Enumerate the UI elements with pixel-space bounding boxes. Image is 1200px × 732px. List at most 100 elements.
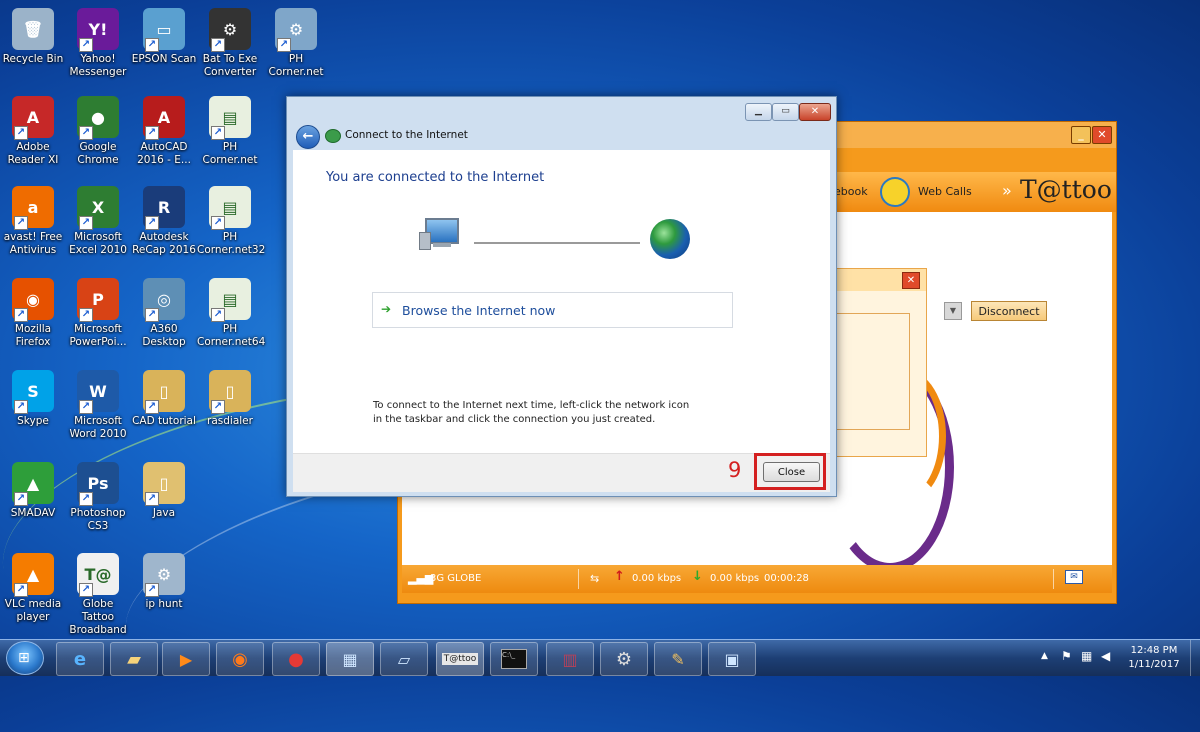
popup-window: ✕ [835, 268, 927, 457]
download-arrow-icon: ↓ [692, 569, 703, 584]
close-button[interactable]: Close [763, 462, 820, 482]
taskbar-winrar[interactable]: ▥ [546, 642, 594, 676]
taskbar-cmd[interactable]: C:\_ [490, 642, 538, 676]
dropdown-arrow-icon[interactable]: ▼ [944, 302, 962, 320]
disconnect-button[interactable]: Disconnect [971, 301, 1047, 321]
taskbar-remote[interactable]: ▣ [708, 642, 756, 676]
desktop-icon[interactable]: ▯ ↗ CAD tutorial [131, 370, 197, 428]
desktop-icon[interactable]: ◉ ↗ Mozilla Firefox [0, 278, 66, 349]
desktop-icon[interactable]: ▤ ↗ PH Corner.net64 [197, 278, 265, 349]
desktop-icon[interactable]: X ↗ Microsoft Excel 2010 [65, 186, 131, 257]
app-glyph: P [92, 289, 104, 309]
desktop-icon[interactable]: ◎ ↗ A360 Desktop [131, 278, 197, 349]
clock[interactable]: 12:48 PM 1/11/2017 [1124, 644, 1184, 672]
maximize-icon[interactable]: ▭ [772, 103, 799, 121]
desktop-icon-label: Autodesk ReCap 2016 [132, 231, 196, 256]
divider [578, 569, 579, 589]
taskbar-explorer[interactable]: ▰ [110, 642, 158, 676]
shortcut-arrow-icon: ↗ [145, 583, 159, 597]
app-icon: ▤ ↗ [209, 96, 251, 140]
brand-arrow: » [1002, 181, 1012, 200]
shortcut-arrow-icon: ↗ [145, 38, 159, 52]
start-button[interactable]: ⊞ [6, 641, 44, 675]
shortcut-arrow-icon: ↗ [145, 400, 159, 414]
shortcut-arrow-icon: ↗ [79, 400, 93, 414]
shortcut-arrow-icon: ↗ [211, 38, 225, 52]
desktop-icon[interactable]: Ps ↗ Photoshop CS3 [65, 462, 131, 533]
app-glyph: S [27, 381, 39, 401]
desktop-icon[interactable]: ● ↗ Google Chrome [65, 96, 131, 167]
app-icon: ▯ ↗ [209, 370, 251, 414]
network-name: 3G GLOBE [430, 573, 482, 584]
desktop-icon[interactable]: a ↗ avast! Free Antivirus [0, 186, 66, 257]
desktop-icon[interactable]: R ↗ Autodesk ReCap 2016 [131, 186, 197, 257]
taskbar-media-player[interactable]: ▶ [162, 642, 210, 676]
desktop-icon[interactable]: W ↗ Microsoft Word 2010 [65, 370, 131, 441]
taskbar-notepad[interactable]: ▱ [380, 642, 428, 676]
mail-icon[interactable]: ✉ [1065, 570, 1083, 584]
shortcut-arrow-icon: ↗ [14, 400, 28, 414]
close-icon[interactable]: ✕ [799, 103, 831, 121]
back-arrow-icon[interactable]: ← [296, 125, 320, 149]
taskbar-tattoo[interactable]: T@ttoo [436, 642, 484, 676]
app-glyph: ▯ [225, 381, 235, 401]
minimize-icon[interactable]: ▁ [745, 103, 772, 121]
desktop-icon[interactable]: ⚙ ↗ PH Corner.net [263, 8, 329, 79]
app-icon: ▲ ↗ [12, 462, 54, 506]
desktop-icon[interactable]: T@ ↗ Globe Tattoo Broadband [65, 553, 131, 637]
app-icon: ⚙ ↗ [209, 8, 251, 52]
connection-icon: ⇆ [590, 572, 600, 585]
taskbar-ie[interactable]: e [56, 642, 104, 676]
shortcut-arrow-icon: ↗ [79, 583, 93, 597]
close-icon[interactable]: ✕ [902, 272, 920, 289]
desktop-icon[interactable]: ▭ ↗ EPSON Scan [131, 8, 197, 66]
network-icon[interactable]: ▦ [1081, 649, 1092, 663]
desktop-icon[interactable]: ⚙ ↗ ip hunt [131, 553, 197, 611]
connection-line [474, 242, 640, 244]
desktop-icon[interactable]: S ↗ Skype [0, 370, 66, 428]
minimize-icon[interactable]: _ [1071, 126, 1091, 144]
shortcut-arrow-icon: ↗ [145, 492, 159, 506]
desktop-icon[interactable]: Y! ↗ Yahoo! Messenger [65, 8, 131, 79]
app-icon: A ↗ [143, 96, 185, 140]
desktop-icon[interactable]: P ↗ Microsoft PowerPoi... [65, 278, 131, 349]
taskbar-network-dialog[interactable]: ▦ [326, 642, 374, 676]
app-glyph: R [157, 197, 171, 217]
taskbar-chrome[interactable]: ● [272, 642, 320, 676]
shortcut-arrow-icon: ↗ [211, 216, 225, 230]
desktop-icon-label: EPSON Scan [131, 53, 197, 65]
desktop-icon[interactable]: ▲ ↗ VLC media player [0, 553, 66, 624]
taskbar-paint[interactable]: ✎ [654, 642, 702, 676]
desktop-icon[interactable]: ▯ ↗ Java [131, 462, 197, 520]
volume-icon[interactable]: ◀ [1101, 649, 1110, 663]
desktop-icon[interactable]: A ↗ Adobe Reader XI [0, 96, 66, 167]
desktop-icon-label: Microsoft Word 2010 [69, 415, 127, 440]
show-desktop-button[interactable] [1190, 640, 1200, 676]
desktop-icon[interactable]: ▤ ↗ PH Corner.net [197, 96, 263, 167]
desktop-icon[interactable]: ▲ ↗ SMADAV [0, 462, 66, 520]
dialog-content: You are connected to the Internet ➔ Brow… [293, 150, 830, 453]
nav-facebook[interactable]: ebook [834, 185, 868, 198]
browse-internet-link[interactable]: ➔ Browse the Internet now [372, 292, 733, 328]
desktop-icon-label: VLC media player [4, 598, 62, 623]
app-icon: ▤ ↗ [209, 186, 251, 230]
nav-webcalls[interactable]: Web Calls [918, 185, 972, 198]
close-icon[interactable]: ✕ [1092, 126, 1112, 144]
desktop-icon-label: PH Corner.net32 [197, 231, 266, 256]
desktop-icon[interactable]: A ↗ AutoCAD 2016 - E... [131, 96, 197, 167]
app-glyph: a [27, 197, 39, 217]
app-glyph: ⚙ [222, 19, 238, 39]
tattoo-statusbar: ▂▄▆ 3G GLOBE ⇆ ↑ 0.00 kbps ↓ 0.00 kbps 0… [402, 565, 1112, 593]
taskbar-firefox[interactable]: ◉ [216, 642, 264, 676]
desktop-icon[interactable]: ▤ ↗ PH Corner.net32 [197, 186, 266, 257]
show-hidden-icons[interactable]: ▲ [1041, 651, 1048, 661]
desktop-icon[interactable]: 🗑 Recycle Bin [0, 8, 66, 66]
app-glyph: ▭ [156, 19, 172, 39]
app-icon: S ↗ [12, 370, 54, 414]
action-center-icon[interactable]: ⚑ [1061, 649, 1072, 663]
brand-logo: T@ttoo [1020, 175, 1112, 204]
desktop-icon-label: A360 Desktop [142, 323, 186, 348]
taskbar-settings[interactable]: ⚙ [600, 642, 648, 676]
desktop-icon[interactable]: ▯ ↗ rasdialer [197, 370, 263, 428]
desktop-icon[interactable]: ⚙ ↗ Bat To Exe Converter [197, 8, 263, 79]
